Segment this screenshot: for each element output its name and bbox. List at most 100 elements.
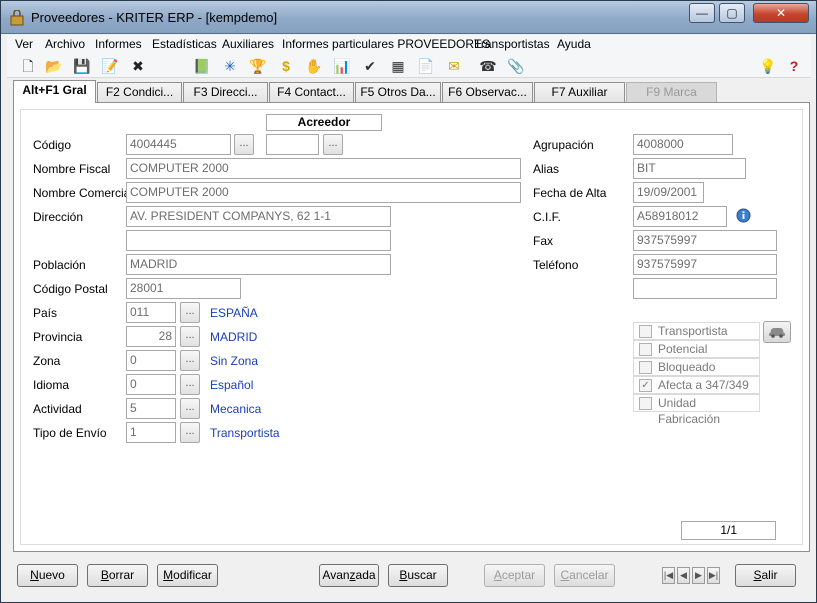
codigo-field[interactable]: 4004445	[126, 134, 231, 155]
menu-estadisticas[interactable]: Estadísticas	[152, 37, 217, 51]
tab-auxiliar[interactable]: F7 Auxiliar	[534, 82, 625, 102]
borrar-button[interactable]: Borrar	[87, 564, 148, 587]
menu-auxiliares[interactable]: Auxiliares	[222, 37, 274, 51]
cancelar-button[interactable]: Cancelar	[554, 564, 615, 587]
provincia-field[interactable]: 28	[126, 326, 176, 347]
menu-ver[interactable]: Ver	[15, 37, 33, 51]
nombre-comercial-field[interactable]: COMPUTER 2000	[126, 182, 521, 203]
bloqueado-checkbox[interactable]: Bloqueado	[633, 358, 760, 376]
maximize-button[interactable]: ▢	[719, 3, 745, 23]
agrupacion-field[interactable]: 4008000	[633, 134, 733, 155]
menu-ayuda[interactable]: Ayuda	[557, 37, 591, 51]
transportista-checkbox-box[interactable]	[639, 325, 652, 338]
menu-archivo[interactable]: Archivo	[45, 37, 85, 51]
first-record-button[interactable]: |◀	[662, 567, 675, 584]
tab-observaciones[interactable]: F6 Observac...	[442, 82, 533, 102]
document-icon[interactable]: 📄	[417, 57, 435, 75]
potencial-checkbox-box[interactable]	[639, 343, 652, 356]
fax-field[interactable]: 937575997	[633, 230, 777, 251]
new-doc-icon[interactable]: 🗋	[19, 57, 37, 75]
bloqueado-checkbox-box[interactable]	[639, 361, 652, 374]
pais-lookup-button[interactable]: ...	[180, 302, 200, 323]
mail-icon[interactable]: ✉	[445, 57, 463, 75]
tab-direcciones[interactable]: F3 Direcci...	[183, 82, 268, 102]
telefono2-field[interactable]	[633, 278, 777, 299]
afecta-347-checkbox-box[interactable]: ✓	[639, 379, 652, 392]
alias-field[interactable]: BIT	[633, 158, 746, 179]
codigo-postal-label: Código Postal	[33, 282, 108, 296]
phone-icon[interactable]: ☎	[479, 57, 497, 75]
transportista-button[interactable]	[763, 321, 791, 343]
menu-informes[interactable]: Informes	[95, 37, 142, 51]
chart-icon[interactable]: 📊	[333, 57, 351, 75]
direccion-field[interactable]: AV. PRESIDENT COMPANYS, 62 1-1	[126, 206, 391, 227]
zona-lookup-button[interactable]: ...	[180, 350, 200, 371]
check-list-icon[interactable]: ✔	[361, 57, 379, 75]
minimize-button[interactable]: —	[689, 3, 715, 23]
fecha-alta-field[interactable]: 19/09/2001	[633, 182, 704, 203]
zona-label: Zona	[33, 354, 61, 368]
direccion-label: Dirección	[33, 210, 84, 224]
last-record-button[interactable]: ▶|	[707, 567, 720, 584]
pais-field[interactable]: 011	[126, 302, 176, 323]
dollar-icon[interactable]: $	[277, 57, 295, 75]
salir-button[interactable]: Salir	[735, 564, 796, 587]
modificar-button[interactable]: Modificar	[157, 564, 218, 587]
info-icon[interactable]	[736, 208, 751, 223]
open-folder-icon[interactable]: 📂	[45, 57, 63, 75]
hand-icon[interactable]: ✋	[305, 57, 323, 75]
next-record-button[interactable]: ▶	[692, 567, 705, 584]
afecta-347-checkbox[interactable]: ✓ Afecta a 347/349	[633, 376, 760, 394]
menu-transportistas[interactable]: Transportistas	[474, 37, 550, 51]
codigo-extra-lookup-button[interactable]: ...	[323, 134, 343, 155]
aceptar-button[interactable]: Aceptar	[484, 564, 545, 587]
tipo-envio-field[interactable]: 1	[126, 422, 176, 443]
nuevo-button[interactable]: Nuevo	[17, 564, 78, 587]
potencial-checkbox[interactable]: Potencial	[633, 340, 760, 358]
prev-record-button[interactable]: ◀	[677, 567, 690, 584]
cif-field[interactable]: A58918012	[633, 206, 727, 227]
codigo-extra-field[interactable]	[266, 134, 319, 155]
provincia-lookup-button[interactable]: ...	[180, 326, 200, 347]
unidad-fabricacion-checkbox[interactable]: Unidad Fabricación	[633, 394, 760, 426]
idioma-field[interactable]: 0	[126, 374, 176, 395]
save-icon[interactable]: 💾	[73, 57, 91, 75]
poblacion-field[interactable]: MADRID	[126, 254, 391, 275]
buscar-button[interactable]: Buscar	[388, 564, 448, 587]
telefono-field[interactable]: 937575997	[633, 254, 777, 275]
help-icon[interactable]: ?	[785, 57, 803, 75]
tipo-envio-desc: Transportista	[210, 426, 280, 440]
avanzada-button[interactable]: Avanzada	[319, 564, 379, 587]
transportista-checkbox[interactable]: Transportista	[633, 322, 760, 340]
edit-icon[interactable]: 📝	[101, 57, 119, 75]
codigo-postal-field[interactable]: 28001	[126, 278, 241, 299]
pais-desc: ESPAÑA	[210, 306, 258, 320]
menu-informes-particulares[interactable]: Informes particulares PROVEEDORES	[282, 37, 490, 51]
title-bar[interactable]: Proveedores - KRITER ERP - [kempdemo] — …	[1, 1, 816, 34]
unidad-fabricacion-checkbox-box[interactable]	[639, 397, 652, 410]
nombre-comercial-label: Nombre Comercial	[33, 186, 134, 200]
lightbulb-icon[interactable]: 💡	[759, 57, 777, 75]
idioma-desc: Español	[210, 378, 254, 392]
app-window: Proveedores - KRITER ERP - [kempdemo] — …	[0, 0, 817, 603]
nombre-fiscal-field[interactable]: COMPUTER 2000	[126, 158, 521, 179]
tipo-envio-lookup-button[interactable]: ...	[180, 422, 200, 443]
codigo-lookup-button[interactable]: ...	[234, 134, 254, 155]
delete-icon[interactable]: ✖	[129, 57, 147, 75]
clip-icon[interactable]: 📎	[507, 57, 525, 75]
idioma-lookup-button[interactable]: ...	[180, 374, 200, 395]
transportista-checkbox-label: Transportista	[658, 324, 728, 338]
close-button[interactable]: ✕	[753, 3, 809, 23]
zona-field[interactable]: 0	[126, 350, 176, 371]
book-icon[interactable]: 📗	[193, 57, 211, 75]
direccion-line2-field[interactable]	[126, 230, 391, 251]
tab-gral[interactable]: Alt+F1 Gral	[13, 80, 96, 103]
trophy-icon[interactable]: 🏆	[249, 57, 267, 75]
network-icon[interactable]: ✳	[221, 57, 239, 75]
actividad-field[interactable]: 5	[126, 398, 176, 419]
tab-contactos[interactable]: F4 Contact...	[269, 82, 354, 102]
actividad-lookup-button[interactable]: ...	[180, 398, 200, 419]
tab-otros-datos[interactable]: F5 Otros Da...	[355, 82, 441, 102]
table-icon[interactable]: ▦	[389, 57, 407, 75]
tab-condiciones[interactable]: F2 Condici...	[97, 82, 182, 102]
